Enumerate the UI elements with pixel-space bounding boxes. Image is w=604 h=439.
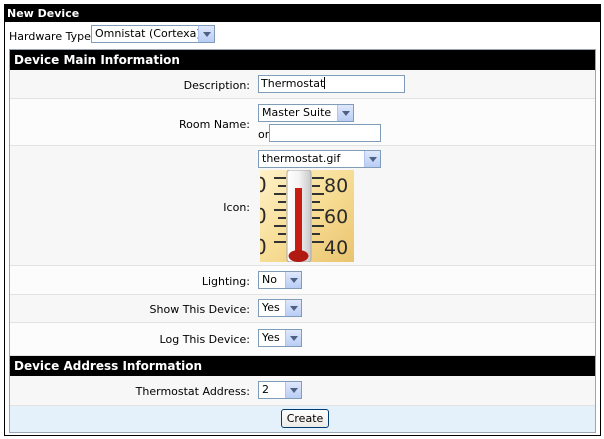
lighting-label: Lighting: [201,275,250,288]
hardware-type-row: Hardware Type: Omnistat (Cortexa) [5,22,600,49]
room-name-row: Room Name: Master Suite or [10,99,595,146]
svg-text:60: 60 [324,206,348,228]
lighting-select[interactable]: No [258,271,302,289]
log-device-value: Yes [262,331,280,344]
hardware-type-value: Omnistat (Cortexa) [95,27,201,40]
thermostat-address-value: 2 [262,383,269,396]
panel-title: New Device [5,5,600,22]
room-name-label: Room Name: [179,118,250,131]
svg-text:0: 0 [260,204,267,228]
new-device-panel: New Device Hardware Type: Omnistat (Cort… [4,4,601,436]
chevron-down-icon[interactable] [198,26,214,42]
lighting-value: No [262,273,277,286]
show-device-row: Show This Device: Yes [10,295,595,323]
new-room-input[interactable] [269,124,381,142]
create-button[interactable]: Create [281,409,329,428]
icon-select[interactable]: thermostat.gif [258,150,381,168]
log-device-row: Log This Device: Yes [10,323,595,356]
log-device-label: Log This Device: [159,333,250,346]
lighting-row: Lighting: No [10,266,595,295]
description-input[interactable]: Thermostat [258,75,405,93]
show-device-value: Yes [262,301,280,314]
icon-label: Icon: [223,201,250,214]
device-form: Device Main Information Description: The… [9,49,596,433]
thermostat-address-label: Thermostat Address: [135,385,250,398]
show-device-label: Show This Device: [149,303,250,316]
description-row: Description: Thermostat [10,70,595,99]
svg-text:0: 0 [260,235,267,259]
log-device-select[interactable]: Yes [258,329,302,347]
thermostat-address-select[interactable]: 2 [258,381,302,399]
room-name-value: Master Suite [262,106,332,119]
svg-text:80: 80 [324,175,348,197]
section-header-main: Device Main Information [10,50,595,70]
text-cursor [324,77,326,89]
icon-value: thermostat.gif [262,152,341,165]
icon-row: Icon: thermostat.gif 0 0 0 80 60 40 [10,146,595,266]
form-actions: Create [10,406,595,432]
room-name-select[interactable]: Master Suite [258,104,354,122]
chevron-down-icon[interactable] [285,382,301,398]
chevron-down-icon[interactable] [337,105,353,121]
chevron-down-icon[interactable] [285,300,301,316]
hardware-type-select[interactable]: Omnistat (Cortexa) [91,25,215,43]
chevron-down-icon[interactable] [285,272,301,288]
chevron-down-icon[interactable] [285,330,301,346]
thermometer-icon: 0 0 0 80 60 40 [254,169,354,263]
hardware-type-label: Hardware Type: [9,30,95,43]
thermostat-address-row: Thermostat Address: 2 [10,376,595,406]
svg-text:40: 40 [324,237,348,259]
description-value: Thermostat [261,77,325,90]
or-label: or [258,128,270,141]
description-label: Description: [183,79,250,92]
section-header-address: Device Address Information [10,356,595,376]
show-device-select[interactable]: Yes [258,299,302,317]
svg-text:0: 0 [260,173,267,197]
chevron-down-icon[interactable] [364,151,380,167]
